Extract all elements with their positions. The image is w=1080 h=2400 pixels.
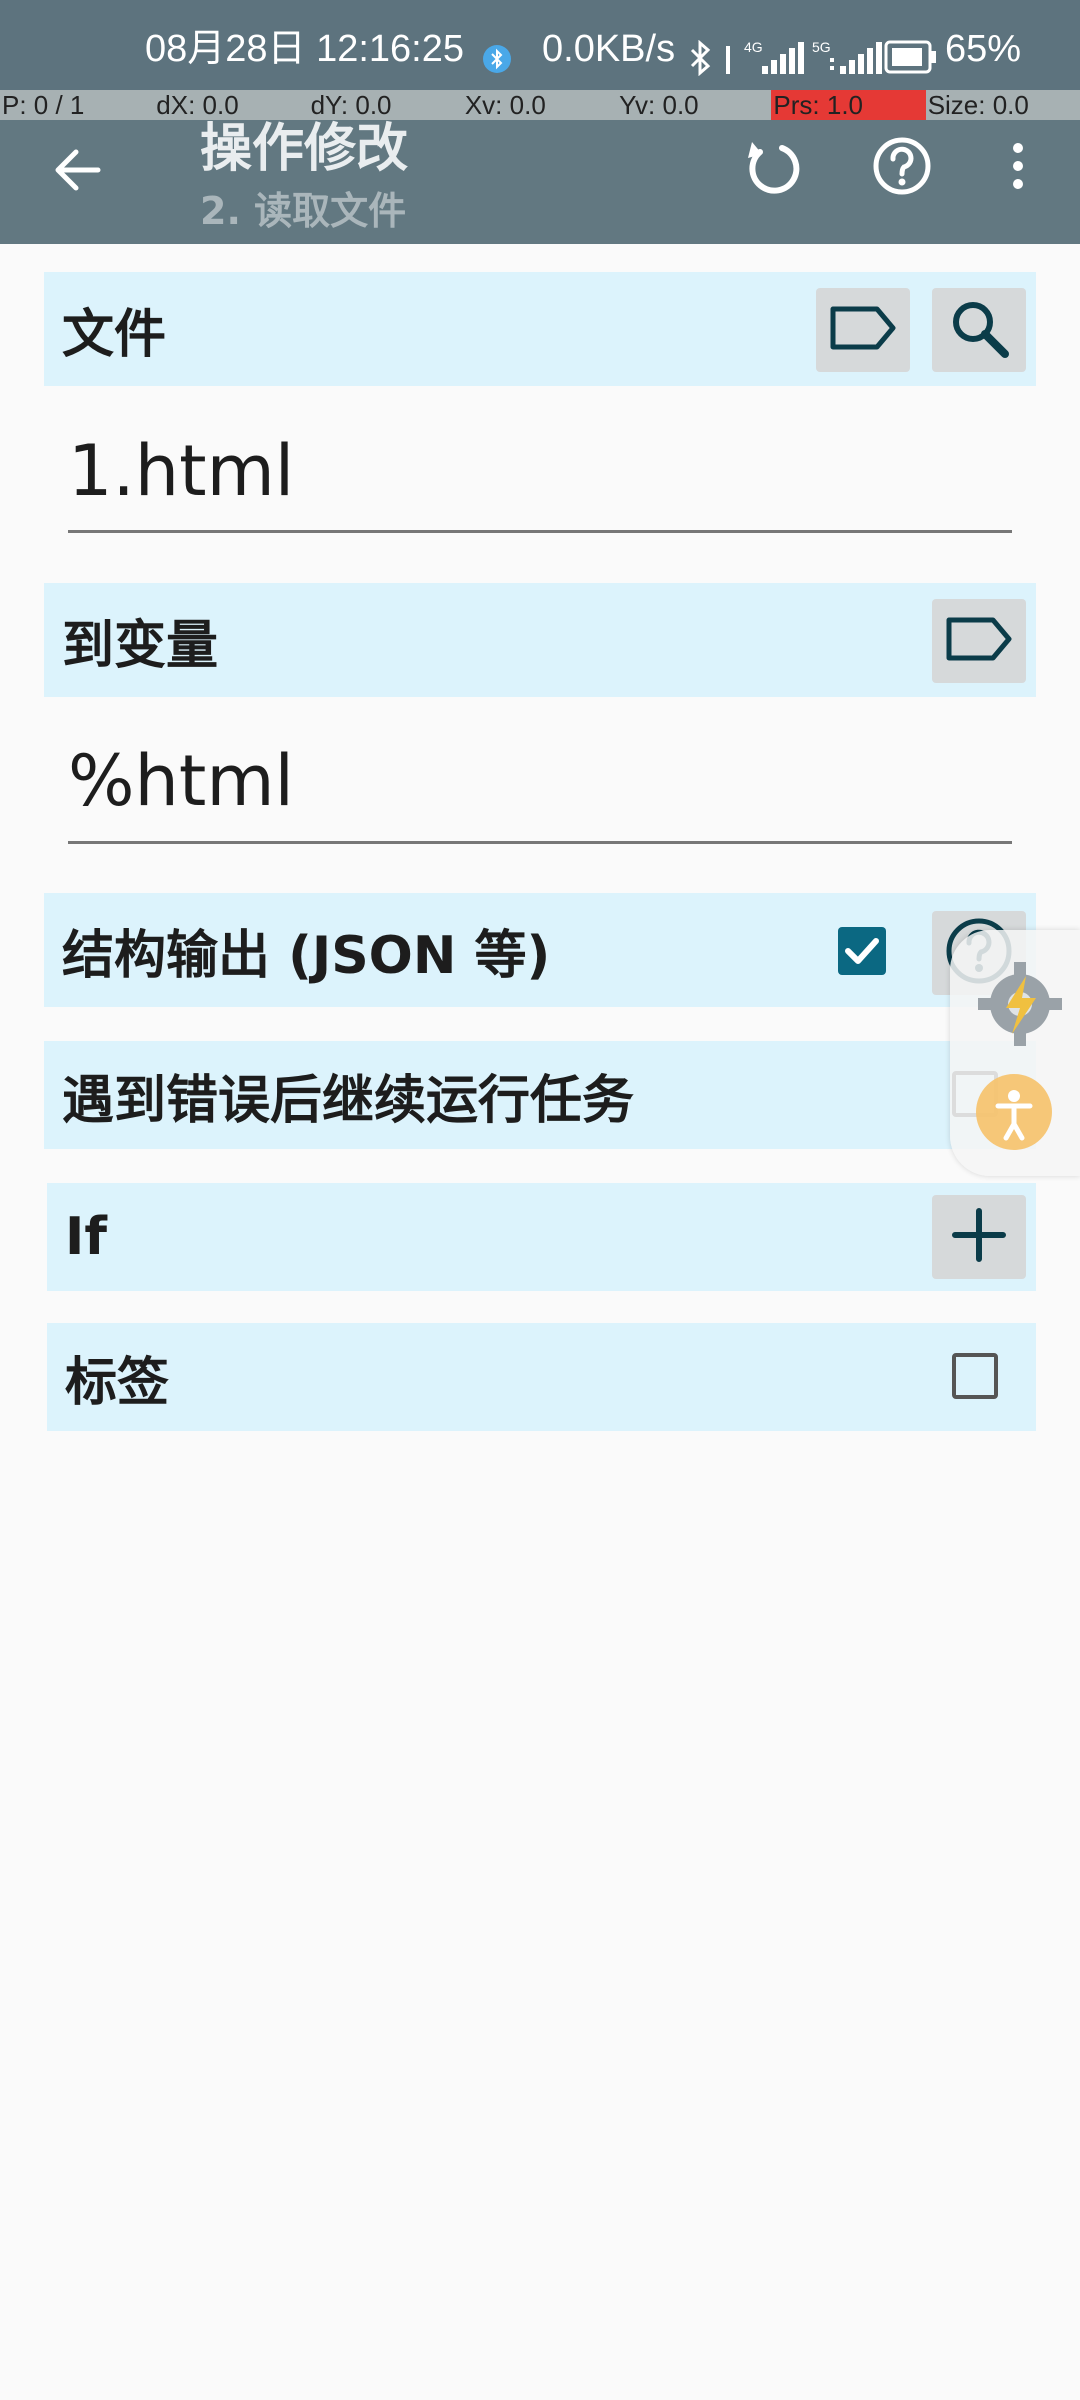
more-options-icon[interactable] bbox=[998, 134, 1038, 202]
automation-gear-icon[interactable] bbox=[970, 954, 1070, 1058]
variable-input-underline bbox=[68, 841, 1012, 844]
pointer-yv: Yv: 0.0 bbox=[619, 90, 699, 120]
file-label: 文件 bbox=[62, 304, 167, 365]
app-bar: 操作修改 2. 读取文件 bbox=[0, 119, 1080, 244]
file-row: 文件 bbox=[44, 272, 1036, 386]
file-input-value: 1.html bbox=[68, 430, 295, 512]
battery-icon bbox=[884, 40, 938, 78]
continue-on-error-row: 遇到错误后继续运行任务 bbox=[44, 1041, 1036, 1149]
help-icon[interactable] bbox=[870, 134, 934, 202]
file-input[interactable]: 1.html bbox=[68, 420, 1012, 534]
if-label: If bbox=[65, 1207, 107, 1267]
file-input-underline bbox=[68, 530, 1012, 533]
file-search-button[interactable] bbox=[932, 288, 1026, 372]
structured-output-checkbox[interactable] bbox=[838, 927, 886, 975]
if-row: If bbox=[47, 1183, 1036, 1291]
floating-toolbar[interactable] bbox=[950, 930, 1080, 1176]
status-bar: 08月28日 12:16:25 0.0KB/s 4G 5G 65% bbox=[0, 0, 1080, 90]
tag-checkbox[interactable] bbox=[952, 1353, 998, 1399]
status-net-speed: 0.0KB/s bbox=[542, 28, 676, 70]
variable-label: 到变量 bbox=[62, 615, 219, 676]
pointer-size: Size: 0.0 bbox=[927, 90, 1029, 120]
back-arrow-icon[interactable] bbox=[48, 140, 108, 204]
bluetooth-icon bbox=[686, 39, 714, 80]
status-time: 08月28日 12:16:25 bbox=[145, 28, 465, 70]
add-condition-button[interactable] bbox=[932, 1195, 1026, 1279]
variable-select-button[interactable] bbox=[932, 599, 1026, 683]
variable-input[interactable]: %html bbox=[68, 730, 1012, 844]
pointer-location-bar: P: 0 / 1 dX: 0.0 dY: 0.0 Xv: 0.0 Yv: 0.0… bbox=[0, 90, 1080, 120]
search-icon bbox=[947, 296, 1011, 364]
pointer-xv: Xv: 0.0 bbox=[464, 90, 546, 120]
file-variable-button[interactable] bbox=[816, 288, 910, 372]
plus-icon bbox=[949, 1205, 1009, 1269]
tag-icon bbox=[829, 303, 897, 357]
structured-output-label: 结构输出 (JSON 等) bbox=[62, 925, 551, 986]
pointer-count: P: 0 / 1 bbox=[2, 90, 85, 120]
pointer-pressure: Prs: 1.0 bbox=[771, 90, 926, 120]
tag-row: 标签 bbox=[47, 1323, 1036, 1431]
variable-input-value: %html bbox=[68, 740, 294, 822]
page-subtitle: 2. 读取文件 bbox=[200, 189, 407, 233]
tag-icon bbox=[945, 614, 1013, 668]
tag-label: 标签 bbox=[65, 1352, 170, 1413]
accessibility-icon[interactable] bbox=[974, 1072, 1054, 1156]
structured-output-row: 结构输出 (JSON 等) bbox=[44, 893, 1036, 1007]
checkmark-icon bbox=[838, 938, 886, 979]
variable-row: 到变量 bbox=[44, 583, 1036, 697]
svg-text:5G: 5G bbox=[812, 39, 831, 55]
svg-text:4G: 4G bbox=[744, 39, 763, 55]
continue-on-error-label: 遇到错误后继续运行任务 bbox=[62, 1070, 635, 1131]
page-title: 操作修改 bbox=[200, 119, 409, 179]
reset-icon[interactable] bbox=[740, 134, 804, 202]
status-battery: 65% bbox=[945, 28, 1022, 70]
bluetooth-badge-icon bbox=[482, 44, 512, 78]
